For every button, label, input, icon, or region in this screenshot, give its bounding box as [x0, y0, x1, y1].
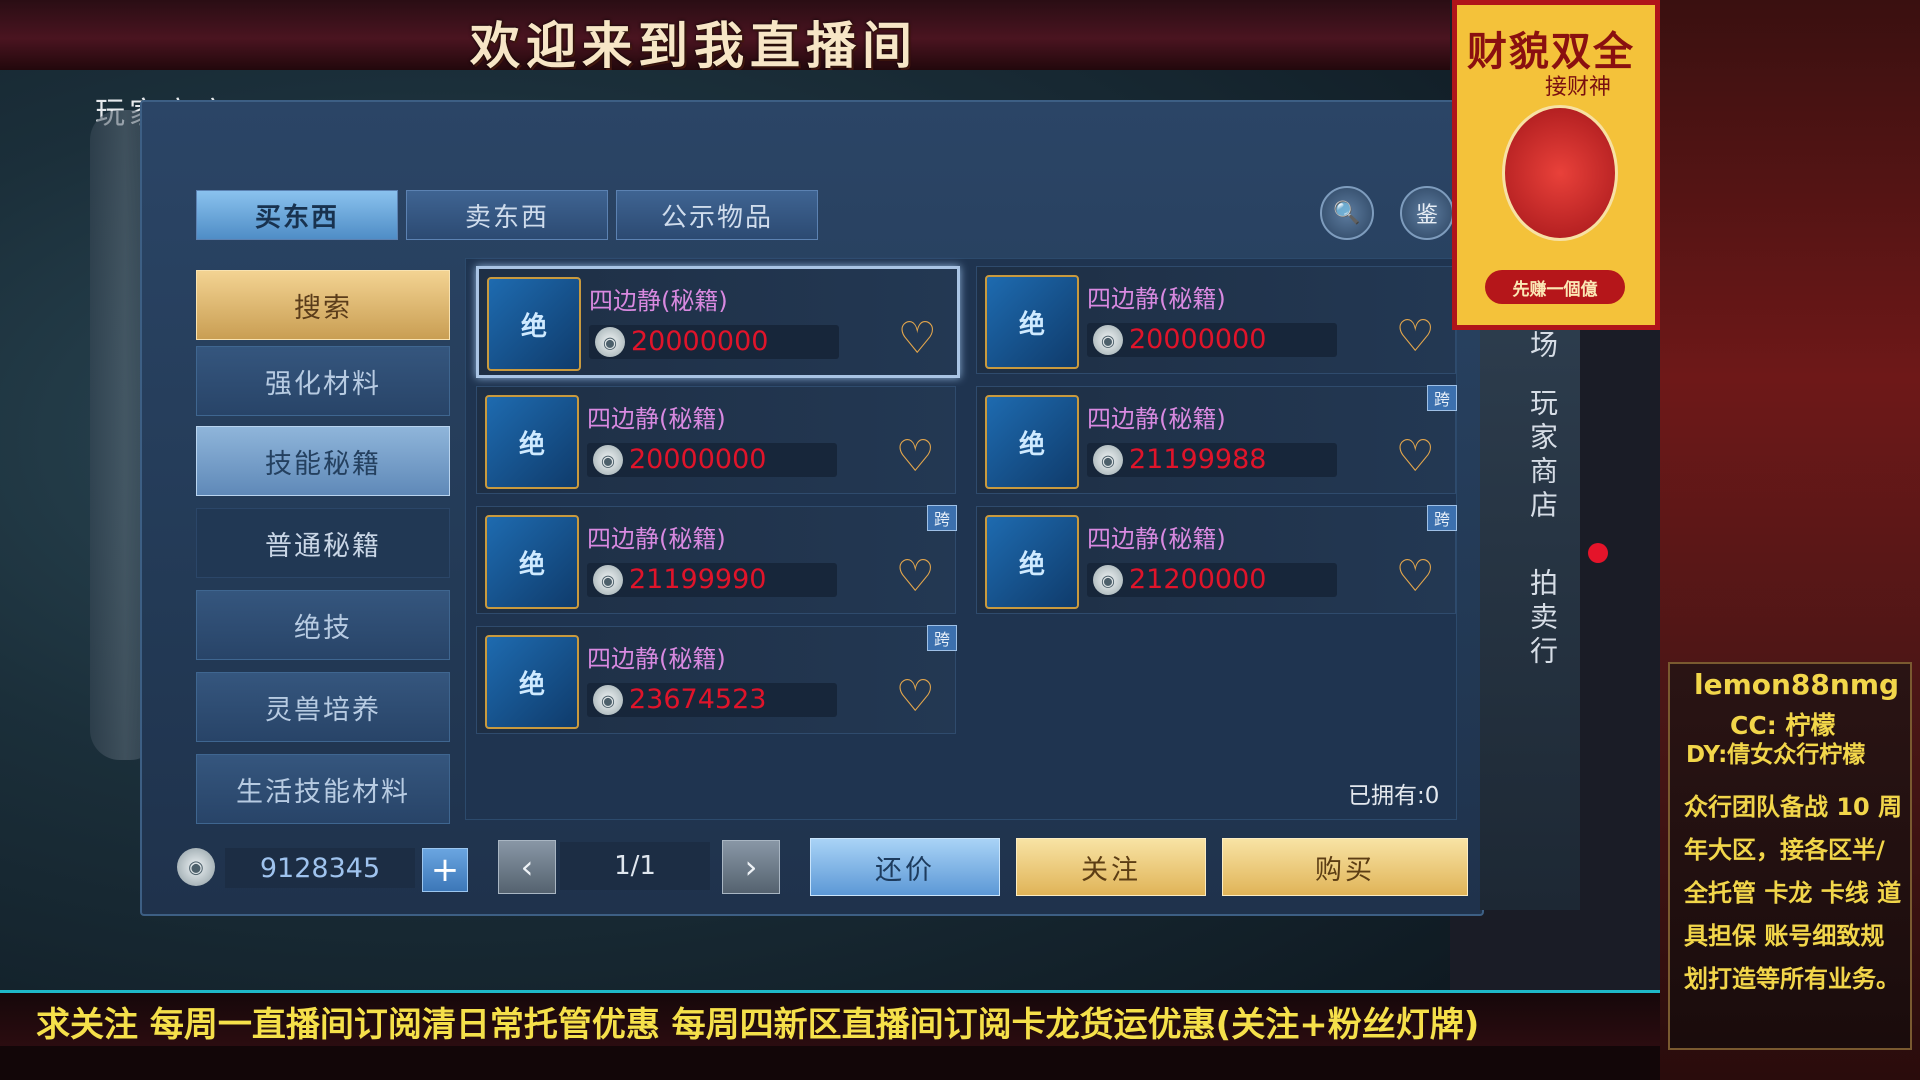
owned-count: 已拥有:0 — [1348, 783, 1440, 809]
appraise-icon[interactable]: 鉴 — [1400, 186, 1454, 240]
poster-motto: 先赚一個億 — [1485, 270, 1625, 304]
price-bar: ◉ 21200000 — [1087, 563, 1337, 597]
price-bar: ◉ 21199990 — [587, 563, 837, 597]
page-indicator: 1/1 — [560, 842, 710, 890]
item-price: 21200000 — [1129, 564, 1267, 595]
bottom-strip — [0, 1046, 1660, 1080]
cross-server-badge: 跨 — [1427, 385, 1457, 411]
category-normal-books[interactable]: 普通秘籍 — [196, 508, 450, 578]
item-price: 23674523 — [629, 684, 767, 715]
notification-dot — [1588, 543, 1608, 563]
category-life-skill-materials[interactable]: 生活技能材料 — [196, 754, 450, 824]
buy-button[interactable]: 购买 — [1222, 838, 1468, 896]
silver-coin-icon: ◉ — [1093, 445, 1123, 475]
silver-coin-icon: ◉ — [1093, 565, 1123, 595]
skill-book-icon: 绝 — [485, 515, 579, 609]
item-price: 21199990 — [629, 564, 767, 595]
category-pet-training[interactable]: 灵兽培养 — [196, 672, 450, 742]
skill-book-icon: 绝 — [485, 395, 579, 489]
cross-server-badge: 跨 — [1427, 505, 1457, 531]
item-card[interactable]: 绝 四边静(秘籍) ◉ 21199988 ♡ 跨 — [976, 385, 1457, 494]
category-search[interactable]: 搜索 — [196, 270, 450, 340]
skill-book-icon: 绝 — [487, 277, 581, 371]
fortune-god-poster: 财貌双全 接财神 先赚一個億 — [1452, 0, 1660, 330]
next-page-button[interactable]: › — [722, 840, 780, 894]
item-price: 20000000 — [631, 326, 769, 357]
side-tab-auction[interactable]: 拍卖行 — [1522, 568, 1562, 670]
item-card[interactable]: 绝 四边静(秘籍) ◉ 21200000 ♡ 跨 — [976, 505, 1457, 614]
silver-coin-icon: ◉ — [593, 445, 623, 475]
streamer-services-text: 众行团队备战 10 周年大区，接各区半/全托管 卡龙 卡线 道具担保 账号细致规… — [1684, 793, 1903, 993]
favorite-heart-icon[interactable]: ♡ — [1396, 555, 1435, 599]
item-name: 四边静(秘籍) — [587, 525, 726, 553]
add-currency-button[interactable]: + — [422, 848, 468, 892]
category-ultimate[interactable]: 绝技 — [196, 590, 450, 660]
item-card[interactable]: 绝 四边静(秘籍) ◉ 20000000 ♡ — [976, 266, 1456, 374]
item-card[interactable]: 绝 四边静(秘籍) ◉ 20000000 ♡ — [476, 386, 956, 494]
cross-server-badge: 跨 — [927, 505, 957, 531]
skill-book-icon: 绝 — [985, 395, 1079, 489]
streamer-dy: DY:倩女众行柠檬 — [1686, 742, 1866, 768]
item-card[interactable]: 绝 四边静(秘籍) ◉ 21199990 ♡ 跨 — [476, 505, 957, 614]
silver-coin-icon: ◉ — [593, 565, 623, 595]
ticker-text: 求关注 每周一直播间订阅清日常托管优惠 每周四新区直播间订阅卡龙货运优惠(关注+… — [36, 1005, 1480, 1045]
streamer-id: lemon88nmg — [1694, 668, 1900, 701]
search-scroll-icon[interactable]: 🔍 — [1320, 186, 1374, 240]
category-enhance-materials[interactable]: 强化材料 — [196, 346, 450, 416]
item-name: 四边静(秘籍) — [589, 287, 728, 315]
item-card[interactable]: 绝 四边静(秘籍) ◉ 23674523 ♡ 跨 — [476, 625, 957, 734]
category-skill-books[interactable]: 技能秘籍 — [196, 426, 450, 496]
price-bar: ◉ 21199988 — [1087, 443, 1337, 477]
silver-coin-icon: ◉ — [593, 685, 623, 715]
favorite-heart-icon[interactable]: ♡ — [896, 675, 935, 719]
fortune-god-figure — [1502, 105, 1618, 241]
item-price: 20000000 — [629, 444, 767, 475]
price-bar: ◉ 23674523 — [587, 683, 837, 717]
item-name: 四边静(秘籍) — [1087, 525, 1226, 553]
skill-book-icon: 绝 — [485, 635, 579, 729]
cross-server-badge: 跨 — [927, 625, 957, 651]
counter-offer-button[interactable]: 还价 — [810, 838, 1000, 896]
banner-title: 欢迎来到我直播间 — [470, 17, 918, 75]
item-price: 20000000 — [1129, 324, 1267, 355]
currency-balance: 9128345 — [225, 848, 415, 888]
item-name: 四边静(秘籍) — [1087, 285, 1226, 313]
price-bar: ◉ 20000000 — [1087, 323, 1337, 357]
follow-button[interactable]: 关注 — [1016, 838, 1206, 896]
price-bar: ◉ 20000000 — [589, 325, 839, 359]
prev-page-button[interactable]: ‹ — [498, 840, 556, 894]
skill-book-icon: 绝 — [985, 515, 1079, 609]
silver-coin-icon: ◉ — [1093, 325, 1123, 355]
favorite-heart-icon[interactable]: ♡ — [1396, 315, 1435, 359]
tab-sell[interactable]: 卖东西 — [406, 190, 608, 240]
item-card[interactable]: 绝 四边静(秘籍) ◉ 20000000 ♡ — [476, 266, 960, 378]
favorite-heart-icon[interactable]: ♡ — [1396, 435, 1435, 479]
side-tab-arena[interactable]: 场 — [1522, 330, 1562, 364]
skill-book-icon: 绝 — [985, 275, 1079, 369]
favorite-heart-icon[interactable]: ♡ — [898, 317, 937, 361]
stream-banner: 欢迎来到我直播间 — [0, 0, 1450, 75]
price-bar: ◉ 20000000 — [587, 443, 837, 477]
item-name: 四边静(秘籍) — [587, 405, 726, 433]
side-tab-player-shop[interactable]: 玩家商店 — [1522, 388, 1562, 524]
silver-coin-icon: ◉ — [177, 848, 215, 886]
item-name: 四边静(秘籍) — [1087, 405, 1226, 433]
tab-public-items[interactable]: 公示物品 — [616, 190, 818, 240]
item-name: 四边静(秘籍) — [587, 645, 726, 673]
item-price: 21199988 — [1129, 444, 1267, 475]
favorite-heart-icon[interactable]: ♡ — [896, 435, 935, 479]
poster-subtitle: 接财神 — [1545, 75, 1612, 100]
silver-coin-icon: ◉ — [595, 327, 625, 357]
favorite-heart-icon[interactable]: ♡ — [896, 555, 935, 599]
tab-buy[interactable]: 买东西 — [196, 190, 398, 240]
scrolling-ticker: 求关注 每周一直播间订阅清日常托管优惠 每周四新区直播间订阅卡龙货运优惠(关注+… — [0, 990, 1660, 1049]
